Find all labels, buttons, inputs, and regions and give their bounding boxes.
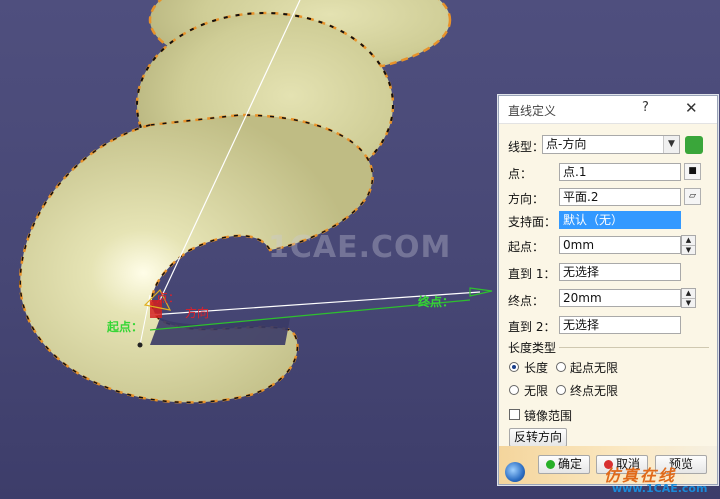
support-field-label: 支持面： (508, 215, 557, 229)
mirror-label: 镜像范围 (524, 409, 573, 423)
radio-length-label: 长度 (524, 361, 549, 375)
brand-url: www.1CAE.com (612, 482, 708, 495)
start-spinner[interactable]: ▲ ▼ (681, 235, 696, 255)
start-input[interactable]: 0mm (559, 236, 681, 254)
point-input[interactable]: 点.1 (559, 163, 681, 181)
help-button[interactable]: ? (642, 100, 649, 115)
length-type-title: 长度类型 (508, 341, 557, 355)
point-picker-icon[interactable]: ■ (684, 163, 701, 180)
dialog-title: 直线定义 (508, 104, 557, 118)
start-field-label: 起点： (508, 240, 545, 254)
up-to-1-input[interactable]: 无选择 (559, 263, 681, 281)
radio-end-infinite-label: 终点无限 (570, 384, 619, 398)
line-type-select[interactable]: 点-方向 ▼ (542, 135, 680, 154)
chevron-down-icon[interactable]: ▼ (663, 136, 679, 153)
ok-button[interactable]: 确定 (538, 455, 590, 474)
up-to-2-input[interactable]: 无选择 (559, 316, 681, 334)
dialog-titlebar[interactable]: 直线定义 ? ✕ (499, 96, 717, 124)
end-spinner[interactable]: ▲ ▼ (681, 288, 696, 308)
ok-button-label: 确定 (557, 457, 582, 471)
close-button[interactable]: ✕ (685, 99, 698, 117)
ok-icon (545, 460, 555, 469)
globe-icon (505, 462, 525, 482)
watermark-text: 1CAE.COM (268, 230, 452, 265)
line-definition-dialog: 直线定义 ? ✕ 线型： 点-方向 ▼ 点： 点.1 ■ 方向： 平面.2 ▱ … (498, 95, 718, 485)
line-type-value: 点-方向 (546, 137, 587, 151)
radio-end-infinite[interactable] (556, 385, 566, 395)
radio-infinite-label: 无限 (524, 384, 549, 398)
end-input[interactable]: 20mm (559, 289, 681, 307)
point-field-label: 点： (508, 167, 533, 181)
group-divider (559, 347, 709, 348)
point-label: 点： (156, 291, 181, 305)
direction-field-label: 方向： (508, 192, 545, 206)
plane-icon[interactable]: ▱ (684, 188, 701, 205)
end-point-label: 终点： (418, 295, 455, 309)
radio-infinite[interactable] (509, 385, 519, 395)
radio-length[interactable] (509, 362, 519, 372)
start-point-label: 起点： (107, 320, 144, 334)
support-input[interactable]: 默认（无） (559, 211, 681, 229)
direction-input[interactable]: 平面.2 (559, 188, 681, 206)
radio-start-infinite[interactable] (556, 362, 566, 372)
mirror-checkbox[interactable] (509, 409, 520, 420)
end-field-label: 终点： (508, 294, 545, 308)
up-to-2-label: 直到 2： (508, 320, 556, 334)
reverse-direction-button[interactable]: 反转方向 (509, 428, 567, 447)
up-to-1-label: 直到 1： (508, 267, 556, 281)
cube-icon[interactable] (685, 136, 703, 154)
line-type-label: 线型： (508, 140, 545, 154)
radio-start-infinite-label: 起点无限 (570, 361, 619, 375)
direction-label: 方向 (185, 306, 210, 320)
